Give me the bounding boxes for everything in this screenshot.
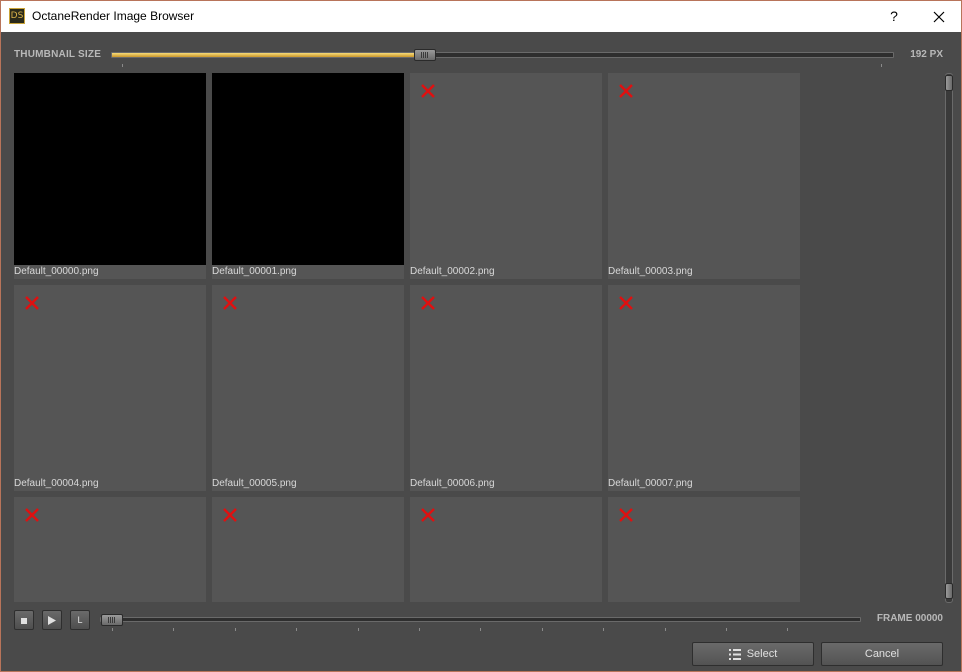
close-button[interactable] <box>916 1 961 32</box>
missing-image-icon <box>421 296 435 310</box>
vertical-scrollbar[interactable] <box>945 73 953 603</box>
thumbnail-item[interactable]: Default_00005.png <box>212 285 404 491</box>
frame-slider-tick <box>664 628 666 631</box>
play-button[interactable] <box>42 610 62 630</box>
select-button[interactable]: Select <box>692 642 814 666</box>
browser-client-area: THUMBNAIL SIZE 192 PX Default_00000.png D… <box>1 32 961 671</box>
thumbnail-preview <box>212 73 404 265</box>
app-logo: DS <box>9 8 25 24</box>
thumbnail-filename: Default_00002.png <box>410 266 495 277</box>
frame-slider-tick <box>787 628 789 631</box>
stop-icon <box>21 617 27 624</box>
missing-image-icon <box>223 296 237 310</box>
thumbnail-preview <box>14 73 206 265</box>
missing-image-icon <box>421 508 435 522</box>
frame-slider[interactable] <box>100 614 861 626</box>
thumbnail-preview <box>14 497 206 602</box>
help-button[interactable]: ? <box>873 1 915 32</box>
frame-slider-tick <box>603 628 605 631</box>
thumbnail-filename: Default_00007.png <box>608 478 693 489</box>
frame-slider-tick <box>726 628 727 631</box>
missing-image-icon <box>25 296 39 310</box>
thumbnail-preview <box>410 285 602 477</box>
loop-button[interactable]: L <box>70 610 90 630</box>
thumbnail-filename: Default_00003.png <box>608 266 693 277</box>
thumbnail-item[interactable]: Default_00007.png <box>608 285 800 491</box>
frame-number-label: FRAME 00000 <box>876 613 943 624</box>
frame-slider-tick <box>419 628 420 631</box>
frame-slider-handle[interactable] <box>101 614 123 626</box>
slider-tick <box>122 64 123 67</box>
window-title: OctaneRender Image Browser <box>32 9 195 23</box>
thumbnail-preview <box>212 285 404 477</box>
thumbnail-preview <box>608 497 800 602</box>
frame-slider-tick <box>173 628 175 631</box>
thumbnail-preview <box>410 497 602 602</box>
list-icon <box>728 648 741 660</box>
thumbnail-item[interactable]: Default_00002.png <box>410 73 602 279</box>
thumbnail-preview <box>410 73 602 265</box>
frame-slider-tick <box>480 628 482 631</box>
missing-image-icon <box>619 84 633 98</box>
missing-image-icon <box>223 508 237 522</box>
thumbnail-size-slider-fill <box>112 53 426 57</box>
thumbnail-item[interactable]: Default_00000.png <box>14 73 206 279</box>
thumbnail-preview <box>212 497 404 602</box>
thumbnail-size-value: 192 PX <box>910 49 943 60</box>
frame-slider-tick <box>112 628 113 631</box>
thumbnail-filename: Default_00005.png <box>212 478 297 489</box>
missing-image-icon <box>619 296 633 310</box>
cancel-button[interactable]: Cancel <box>821 642 943 666</box>
thumbnail-grid: Default_00000.png Default_00001.png Defaul… <box>14 73 939 602</box>
play-icon <box>48 616 56 626</box>
thumbnail-filename: Default_00000.png <box>14 266 99 277</box>
slider-tick <box>881 64 882 67</box>
scrollbar-top-grip[interactable] <box>945 75 953 91</box>
thumbnail-item[interactable]: Default_00004.png <box>14 285 206 491</box>
scrollbar-bottom-grip[interactable] <box>945 583 953 599</box>
missing-image-icon <box>25 508 39 522</box>
thumbnail-item[interactable]: Default_00001.png <box>212 73 404 279</box>
thumbnail-filename: Default_00004.png <box>14 478 99 489</box>
frame-slider-tick <box>234 628 236 631</box>
thumbnail-preview <box>608 285 800 477</box>
thumbnail-item[interactable]: Default_00006.png <box>410 285 602 491</box>
frame-slider-tick <box>541 628 543 631</box>
stop-button[interactable] <box>14 610 34 630</box>
missing-image-icon <box>619 508 633 522</box>
frame-slider-tick <box>357 628 359 631</box>
thumbnail-size-label: THUMBNAIL SIZE <box>14 49 102 60</box>
frame-slider-tick <box>296 628 298 631</box>
title-bar: DS OctaneRender Image Browser ? <box>1 1 961 32</box>
select-button-label: Select <box>746 648 778 660</box>
thumbnail-filename: Default_00006.png <box>410 478 495 489</box>
missing-image-icon <box>421 84 435 98</box>
thumbnail-item[interactable] <box>410 497 602 602</box>
thumbnail-size-slider-handle[interactable] <box>414 49 437 61</box>
image-browser-window: DS OctaneRender Image Browser ? THUMBNAI… <box>0 0 962 672</box>
thumbnail-preview <box>14 285 206 477</box>
thumbnail-item[interactable] <box>14 497 206 602</box>
thumbnail-filename: Default_00001.png <box>212 266 297 277</box>
thumbnail-size-slider[interactable] <box>111 49 894 61</box>
thumbnail-item[interactable]: Default_00003.png <box>608 73 800 279</box>
thumbnail-item[interactable] <box>212 497 404 602</box>
thumbnail-preview <box>608 73 800 265</box>
close-icon <box>933 11 944 23</box>
thumbnail-item[interactable] <box>608 497 800 602</box>
